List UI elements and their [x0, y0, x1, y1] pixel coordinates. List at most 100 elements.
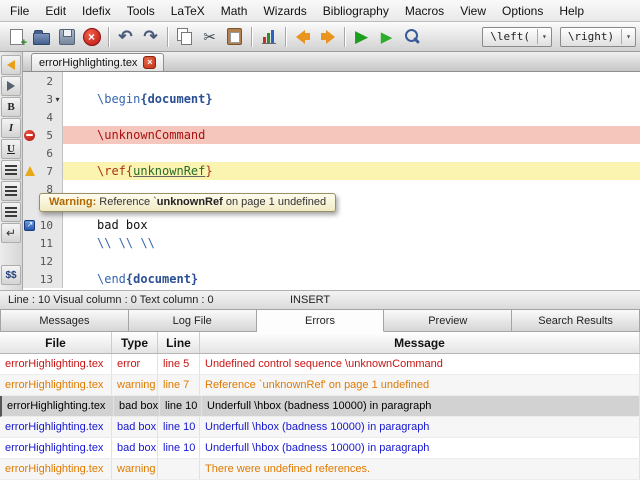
error-row[interactable]: errorHighlighting.texbad boxline 10Under… — [0, 438, 640, 459]
panel-tab-log-file[interactable]: Log File — [129, 309, 257, 332]
menu-edit[interactable]: Edit — [37, 1, 74, 21]
structure-icon[interactable] — [256, 24, 281, 49]
close-tab-icon[interactable]: × — [143, 56, 156, 69]
insert-mode-indicator: INSERT — [290, 294, 330, 306]
warning-tooltip: Warning: Reference `unknownRef on page 1… — [39, 193, 336, 212]
editor-line[interactable]: 12 — [23, 252, 640, 270]
redo-icon[interactable]: ↷ — [138, 24, 163, 49]
search-icon[interactable] — [399, 24, 424, 49]
next-button[interactable] — [1, 76, 21, 96]
menu-wizards[interactable]: Wizards — [255, 1, 314, 21]
column-header-line: Line — [158, 332, 200, 353]
new-document-icon[interactable] — [4, 24, 29, 49]
editor-line[interactable]: 3▾\begin{document} — [23, 90, 640, 108]
list-1-button[interactable] — [1, 160, 21, 180]
badbox-marker-icon[interactable] — [24, 220, 35, 231]
editor[interactable]: 23▾\begin{document} 4 5\unknownCommand67\r… — [23, 72, 640, 290]
tooltip-warning-label: Warning: — [49, 196, 96, 208]
menubar: FileEditIdefixToolsLaTeXMathWizardsBibli… — [0, 0, 640, 22]
menu-latex[interactable]: LaTeX — [163, 1, 213, 21]
menu-macros[interactable]: Macros — [397, 1, 452, 21]
editor-column: errorHighlighting.tex × 23▾\begin{docume… — [23, 52, 640, 290]
open-folder-icon[interactable] — [29, 24, 54, 49]
save-icon[interactable] — [54, 24, 79, 49]
line-number-cell: 6 — [36, 144, 63, 162]
copy-icon[interactable] — [172, 24, 197, 49]
error-row[interactable]: errorHighlighting.texbad boxline 10Under… — [0, 417, 640, 438]
cell-line: line 7 — [158, 375, 200, 395]
panel-tab-search-results[interactable]: Search Results — [512, 309, 640, 332]
cut-icon[interactable]: ✂ — [197, 24, 222, 49]
main-area: BIU ↵ $$ errorHighlighting.tex × 23▾\begin… — [0, 52, 640, 290]
line-number: 7 — [46, 165, 53, 178]
toolbar-separator — [167, 27, 168, 47]
menu-options[interactable]: Options — [494, 1, 551, 21]
cell-type: warning — [112, 459, 158, 479]
cell-type: warning — [112, 375, 158, 395]
menu-math[interactable]: Math — [213, 1, 256, 21]
menu-idefix[interactable]: Idefix — [74, 1, 119, 21]
line-number: 12 — [40, 255, 53, 268]
cell-message: There were undefined references. — [200, 459, 640, 479]
editor-line[interactable]: 10bad box — [23, 216, 640, 234]
bold-button[interactable]: B — [1, 97, 21, 117]
editor-line[interactable]: 2 — [23, 72, 640, 90]
editor-line[interactable]: 4 — [23, 108, 640, 126]
undo-icon[interactable]: ↶ — [113, 24, 138, 49]
forward-icon[interactable] — [315, 24, 340, 49]
cell-type: error — [112, 354, 158, 374]
panel-tab-errors[interactable]: Errors — [257, 309, 385, 332]
italic-button[interactable]: I — [1, 118, 21, 138]
editor-line[interactable]: 11\\ \\ \\ — [23, 234, 640, 252]
line-marker-cell — [23, 72, 36, 90]
menu-file[interactable]: File — [2, 1, 37, 21]
line-number-cell: 10 — [36, 216, 63, 234]
fold-marker-icon[interactable]: ▾ — [53, 95, 62, 104]
menu-bibliography[interactable]: Bibliography — [315, 1, 397, 21]
editor-line[interactable]: 7\ref{unknownRef} — [23, 162, 640, 180]
tooltip-text-pre: Reference ` — [96, 196, 157, 208]
editor-line[interactable]: 6 — [23, 144, 640, 162]
panel-tab-preview[interactable]: Preview — [384, 309, 512, 332]
line-number: 4 — [46, 111, 53, 124]
cell-message: Underfull \hbox (badness 10000) in parag… — [202, 396, 640, 416]
chevron-down-icon: ▾ — [537, 29, 548, 44]
right-delimiter-combo[interactable]: \right) ▾ — [560, 27, 636, 47]
left-delimiter-combo[interactable]: \left( ▾ — [482, 27, 552, 47]
paste-icon[interactable] — [222, 24, 247, 49]
chevron-down-icon: ▾ — [621, 29, 632, 44]
warning-marker-icon[interactable] — [25, 166, 35, 176]
back-icon[interactable] — [290, 24, 315, 49]
error-row[interactable]: errorHighlighting.texbad boxline 10Under… — [0, 396, 640, 417]
editor-lines: 23▾\begin{document} 4 5\unknownCommand67\r… — [23, 72, 640, 288]
error-marker-icon[interactable] — [24, 130, 35, 141]
error-row[interactable]: errorHighlighting.texerrorline 5Undefine… — [0, 354, 640, 375]
errors-table-body: errorHighlighting.texerrorline 5Undefine… — [0, 354, 640, 480]
tab-label: errorHighlighting.tex — [39, 57, 137, 69]
cell-file: errorHighlighting.tex — [2, 396, 114, 416]
error-row[interactable]: errorHighlighting.texwarningThere were u… — [0, 459, 640, 480]
editor-line[interactable]: 5\unknownCommand — [23, 126, 640, 144]
inline-math-button[interactable]: $$ — [1, 265, 21, 285]
menu-view[interactable]: View — [452, 1, 494, 21]
cursor-position: Line : 10 Visual column : 0 Text column … — [8, 294, 214, 306]
line-marker-cell — [23, 234, 36, 252]
editor-line[interactable]: 13\end{document} — [23, 270, 640, 288]
newline-button[interactable]: ↵ — [1, 223, 21, 243]
line-marker-cell — [23, 216, 36, 234]
menu-help[interactable]: Help — [551, 1, 592, 21]
error-row[interactable]: errorHighlighting.texwarningline 7Refere… — [0, 375, 640, 396]
list-3-button[interactable] — [1, 202, 21, 222]
list-2-button[interactable] — [1, 181, 21, 201]
column-header-file: File — [0, 332, 112, 353]
panel-tab-messages[interactable]: Messages — [0, 309, 129, 332]
underline-button[interactable]: U — [1, 139, 21, 159]
tab-errorhighlighting-tex[interactable]: errorHighlighting.tex × — [31, 53, 164, 71]
line-text: bad box — [63, 216, 640, 234]
cell-type: bad box — [114, 396, 160, 416]
view-icon[interactable]: ▶ — [374, 24, 399, 49]
close-file-icon[interactable] — [79, 24, 104, 49]
compile-icon[interactable]: ▶ — [349, 24, 374, 49]
menu-tools[interactable]: Tools — [119, 1, 163, 21]
prev-button[interactable] — [1, 55, 21, 75]
